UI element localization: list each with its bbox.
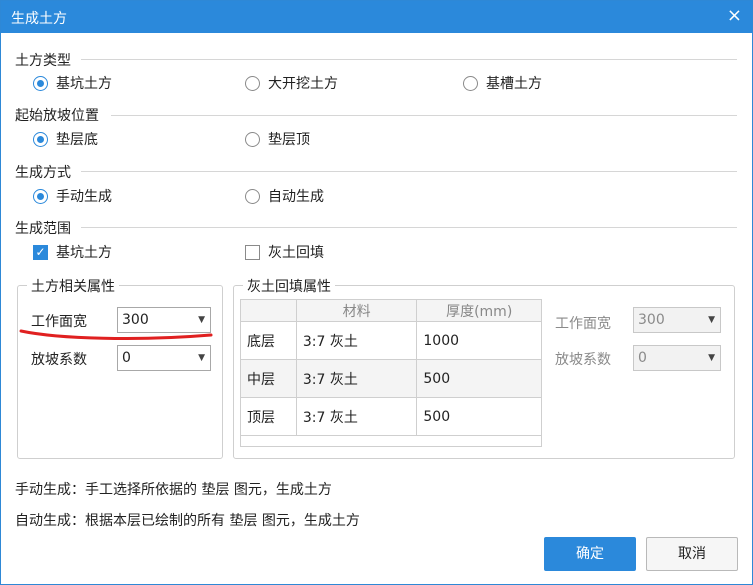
radio-label: 垫层顶 bbox=[268, 132, 310, 148]
gen-scope-label: 生成范围 bbox=[15, 218, 77, 238]
earthwork-properties-legend: 土方相关属性 bbox=[27, 276, 119, 296]
backfill-work-width-value: 300 bbox=[638, 312, 665, 328]
column-header bbox=[240, 299, 297, 322]
close-icon[interactable]: × bbox=[727, 6, 742, 26]
radio-label: 基槽土方 bbox=[486, 76, 542, 92]
generate-earthwork-dialog: 生成土方 × 土方类型 基坑土方 大开挖土方 基槽土方 起始放坡位置 垫层底 垫… bbox=[0, 0, 753, 585]
cancel-button[interactable]: 取消 bbox=[646, 537, 738, 571]
layer-cell: 底层 bbox=[240, 321, 297, 360]
slope-coefficient-combo[interactable]: 0 ▼ bbox=[117, 345, 211, 371]
column-header: 厚度(mm) bbox=[416, 299, 542, 322]
radio-icon bbox=[245, 75, 260, 91]
slope-coefficient-label: 放坡系数 bbox=[31, 352, 87, 368]
radio-icon bbox=[245, 188, 260, 204]
material-cell[interactable]: 3:7 灰土 bbox=[295, 397, 418, 436]
earthwork-type-label: 土方类型 bbox=[15, 50, 77, 70]
manual-generate-note: 手动生成：手工选择所依据的 垫层 图元，生成土方 bbox=[15, 482, 332, 498]
slope-coefficient-value: 0 bbox=[122, 350, 131, 366]
table-empty-area bbox=[240, 433, 542, 447]
group-divider bbox=[81, 171, 737, 172]
radio-icon bbox=[33, 188, 48, 204]
table-row[interactable]: 顶层 3:7 灰土 500 bbox=[240, 397, 542, 436]
chevron-down-icon: ▼ bbox=[198, 353, 205, 363]
table-row[interactable]: 中层 3:7 灰土 500 bbox=[240, 359, 542, 398]
checkbox-label: 灰土回填 bbox=[268, 245, 324, 261]
backfill-work-width-label: 工作面宽 bbox=[555, 316, 611, 332]
title-bar: 生成土方 × bbox=[1, 1, 752, 33]
backfill-layers-table: 材料 厚度(mm) 底层 3:7 灰土 1000 中层 3:7 灰土 500 顶… bbox=[240, 299, 542, 436]
radio-slope-top[interactable]: 垫层顶 bbox=[245, 129, 310, 149]
layer-cell: 中层 bbox=[240, 359, 297, 398]
backfill-slope-coefficient-label: 放坡系数 bbox=[555, 352, 611, 368]
radio-earthwork-pit[interactable]: 基坑土方 bbox=[33, 73, 112, 93]
checkbox-label: 基坑土方 bbox=[56, 245, 112, 261]
backfill-properties-legend: 灰土回填属性 bbox=[243, 276, 335, 296]
radio-icon bbox=[245, 131, 260, 147]
group-divider bbox=[81, 227, 737, 228]
radio-icon bbox=[463, 75, 478, 91]
table-header-row: 材料 厚度(mm) bbox=[240, 299, 542, 322]
auto-generate-note: 自动生成：根据本层已绘制的所有 垫层 图元，生成土方 bbox=[15, 513, 360, 529]
checkbox-pit-earthwork[interactable]: ✓ 基坑土方 bbox=[33, 242, 112, 262]
backfill-work-width-combo[interactable]: 300 ▼ bbox=[633, 307, 721, 333]
radio-label: 自动生成 bbox=[268, 189, 324, 205]
chevron-down-icon: ▼ bbox=[708, 353, 715, 363]
dialog-title: 生成土方 bbox=[11, 11, 67, 27]
slope-start-label: 起始放坡位置 bbox=[15, 105, 105, 125]
group-divider bbox=[81, 59, 737, 60]
radio-earthwork-trench[interactable]: 基槽土方 bbox=[463, 73, 542, 93]
thickness-cell[interactable]: 1000 bbox=[416, 321, 542, 360]
radio-label: 基坑土方 bbox=[56, 76, 112, 92]
ok-button[interactable]: 确定 bbox=[544, 537, 636, 571]
radio-label: 垫层底 bbox=[56, 132, 98, 148]
backfill-slope-coefficient-combo[interactable]: 0 ▼ bbox=[633, 345, 721, 371]
chevron-down-icon: ▼ bbox=[708, 315, 715, 325]
gen-method-label: 生成方式 bbox=[15, 162, 77, 182]
radio-icon bbox=[33, 75, 48, 91]
backfill-slope-coefficient-value: 0 bbox=[638, 350, 647, 366]
radio-auto-generate[interactable]: 自动生成 bbox=[245, 186, 324, 206]
layer-cell: 顶层 bbox=[240, 397, 297, 436]
red-underline-annotation bbox=[19, 329, 213, 340]
radio-label: 大开挖土方 bbox=[268, 76, 338, 92]
table-row[interactable]: 底层 3:7 灰土 1000 bbox=[240, 321, 542, 360]
material-cell[interactable]: 3:7 灰土 bbox=[295, 321, 418, 360]
radio-earthwork-open-cut[interactable]: 大开挖土方 bbox=[245, 73, 338, 93]
group-divider bbox=[111, 115, 737, 116]
material-cell[interactable]: 3:7 灰土 bbox=[295, 359, 418, 398]
radio-label: 手动生成 bbox=[56, 189, 112, 205]
thickness-cell[interactable]: 500 bbox=[416, 359, 542, 398]
thickness-cell[interactable]: 500 bbox=[416, 397, 542, 436]
radio-slope-bottom[interactable]: 垫层底 bbox=[33, 129, 98, 149]
checkbox-icon bbox=[245, 244, 260, 260]
radio-manual-generate[interactable]: 手动生成 bbox=[33, 186, 112, 206]
radio-icon bbox=[33, 131, 48, 147]
checkbox-lime-backfill[interactable]: 灰土回填 bbox=[245, 242, 324, 262]
checkmark-icon: ✓ bbox=[33, 244, 48, 260]
column-header: 材料 bbox=[295, 299, 418, 322]
